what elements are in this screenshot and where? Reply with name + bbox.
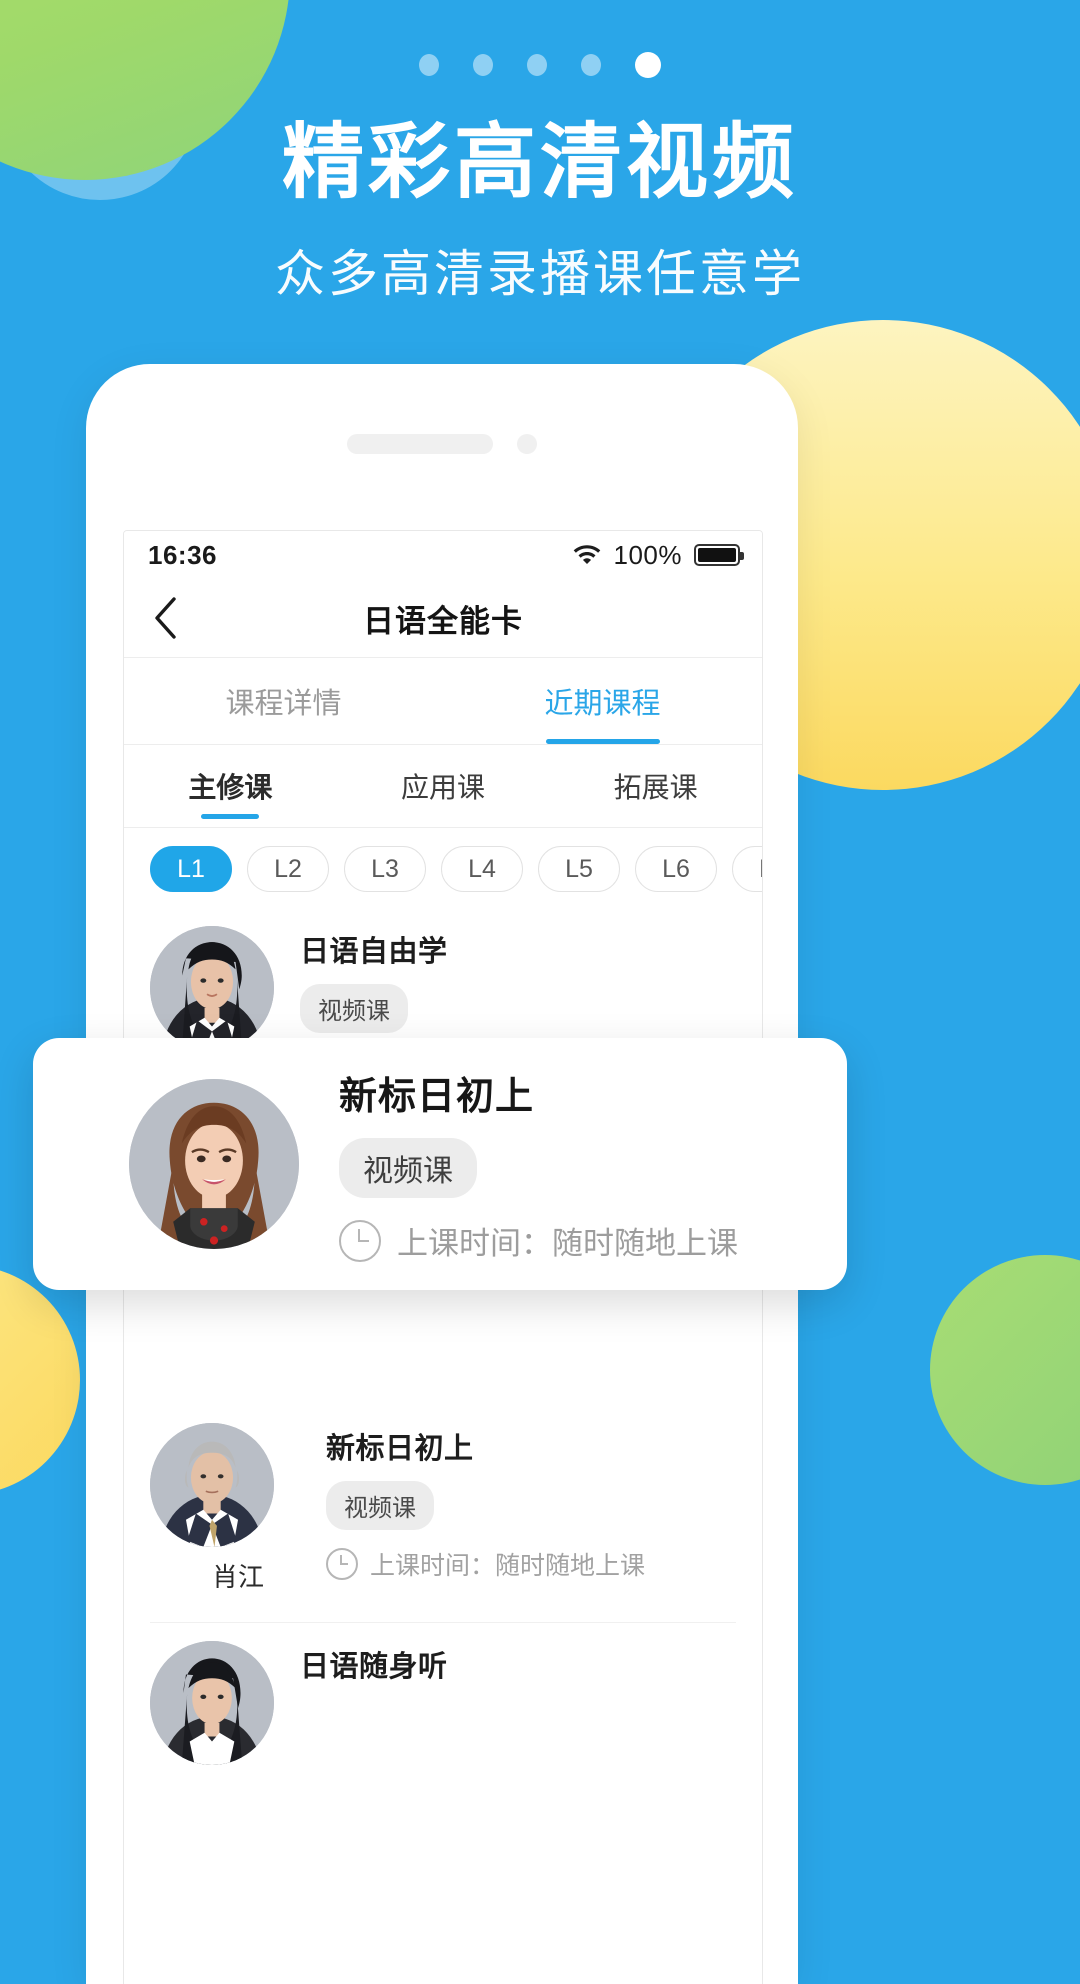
status-battery-percent: 100%: [613, 539, 682, 570]
course-list-item[interactable]: 肖江 新标日初上 视频课 上课时间：随时随地上课: [124, 1405, 762, 1598]
teacher-avatar: [150, 1641, 274, 1765]
course-type-badge: 视频课: [300, 984, 408, 1033]
course-time: 上课时间：随时随地上课: [326, 1546, 645, 1582]
level-chip-l5[interactable]: L5: [538, 846, 620, 892]
phone-camera-icon: [517, 434, 537, 454]
course-title: 日语自由学: [300, 934, 448, 968]
level-chip-list[interactable]: L1 L2 L3 L4 L5 L6 L7: [124, 828, 762, 908]
promo-subheadline: 众多高清录播课任意学: [275, 245, 805, 304]
course-list-item[interactable]: 日语随身听: [124, 1623, 762, 1769]
page-title: 日语全能卡: [363, 603, 523, 640]
highlighted-course-title: 新标日初上: [339, 1074, 535, 1118]
promo-headline: 精彩高清视频: [281, 115, 798, 210]
subtab-major[interactable]: 主修课: [124, 745, 337, 827]
level-chip-l6[interactable]: L6: [635, 846, 717, 892]
level-chip-l2[interactable]: L2: [247, 846, 329, 892]
level-chip-l3[interactable]: L3: [344, 846, 426, 892]
wifi-icon: [572, 541, 602, 570]
clock-icon: [326, 1548, 358, 1580]
course-info: 日语随身听: [274, 1641, 448, 1685]
sub-tabs: 主修课 应用课 拓展课: [124, 745, 762, 828]
chevron-left-icon[interactable]: [142, 594, 190, 642]
highlighted-course-info: 新标日初上 视频课 上课时间：随时随地上课: [299, 1065, 738, 1263]
highlighted-teacher-avatar: [129, 1079, 299, 1249]
highlighted-course-card[interactable]: 新标日初上 视频课 上课时间：随时随地上课: [33, 1038, 847, 1290]
teacher-avatar: [150, 1423, 274, 1547]
course-title: 日语随身听: [300, 1649, 448, 1683]
course-title: 新标日初上: [326, 1431, 474, 1465]
highlighted-course-time: 上课时间：随时随地上课: [339, 1218, 738, 1263]
highlighted-course-time-label: 上课时间：随时随地上课: [397, 1226, 738, 1262]
level-chip-l1[interactable]: L1: [150, 846, 232, 892]
main-tabs: 课程详情 近期课程: [124, 658, 762, 745]
status-bar: 16:36 100%: [124, 531, 762, 579]
pagination-dots[interactable]: [0, 52, 1080, 78]
pagination-dot-3[interactable]: [527, 54, 547, 76]
tab-recent-course[interactable]: 近期课程: [443, 658, 762, 744]
pagination-dot-5[interactable]: [635, 52, 661, 78]
decor-yellow-circle-left: [0, 1265, 80, 1495]
teacher-avatar: [150, 926, 274, 1050]
pagination-dot-2[interactable]: [473, 54, 493, 76]
status-time: 16:36: [148, 539, 217, 570]
course-info: 新标日初上 视频课 上课时间：随时随地上课: [300, 1423, 645, 1582]
nav-bar: 日语全能卡: [124, 579, 762, 658]
status-indicators: 100%: [572, 539, 744, 571]
subtab-applied[interactable]: 应用课: [337, 745, 550, 827]
phone-top-bezel: [86, 364, 798, 524]
tab-course-detail[interactable]: 课程详情: [124, 658, 443, 744]
decor-green-circle-right: [930, 1255, 1080, 1485]
promo-headline-block: 精彩高清视频 众多高清录播课任意学: [0, 115, 1080, 306]
pagination-dot-4[interactable]: [581, 54, 601, 76]
highlighted-course-type-badge: 视频课: [339, 1138, 477, 1198]
course-type-badge: 视频课: [326, 1481, 434, 1530]
level-chip-l4[interactable]: L4: [441, 846, 523, 892]
phone-speaker-icon: [347, 434, 493, 454]
teacher-name: 肖江: [211, 1563, 264, 1593]
clock-icon: [339, 1219, 381, 1262]
subtab-extension[interactable]: 拓展课: [549, 745, 762, 827]
course-time-label: 上课时间：随时随地上课: [370, 1551, 646, 1580]
level-chip-l7[interactable]: L7: [732, 846, 762, 892]
battery-full-icon: [694, 544, 744, 566]
pagination-dot-1[interactable]: [419, 54, 439, 76]
